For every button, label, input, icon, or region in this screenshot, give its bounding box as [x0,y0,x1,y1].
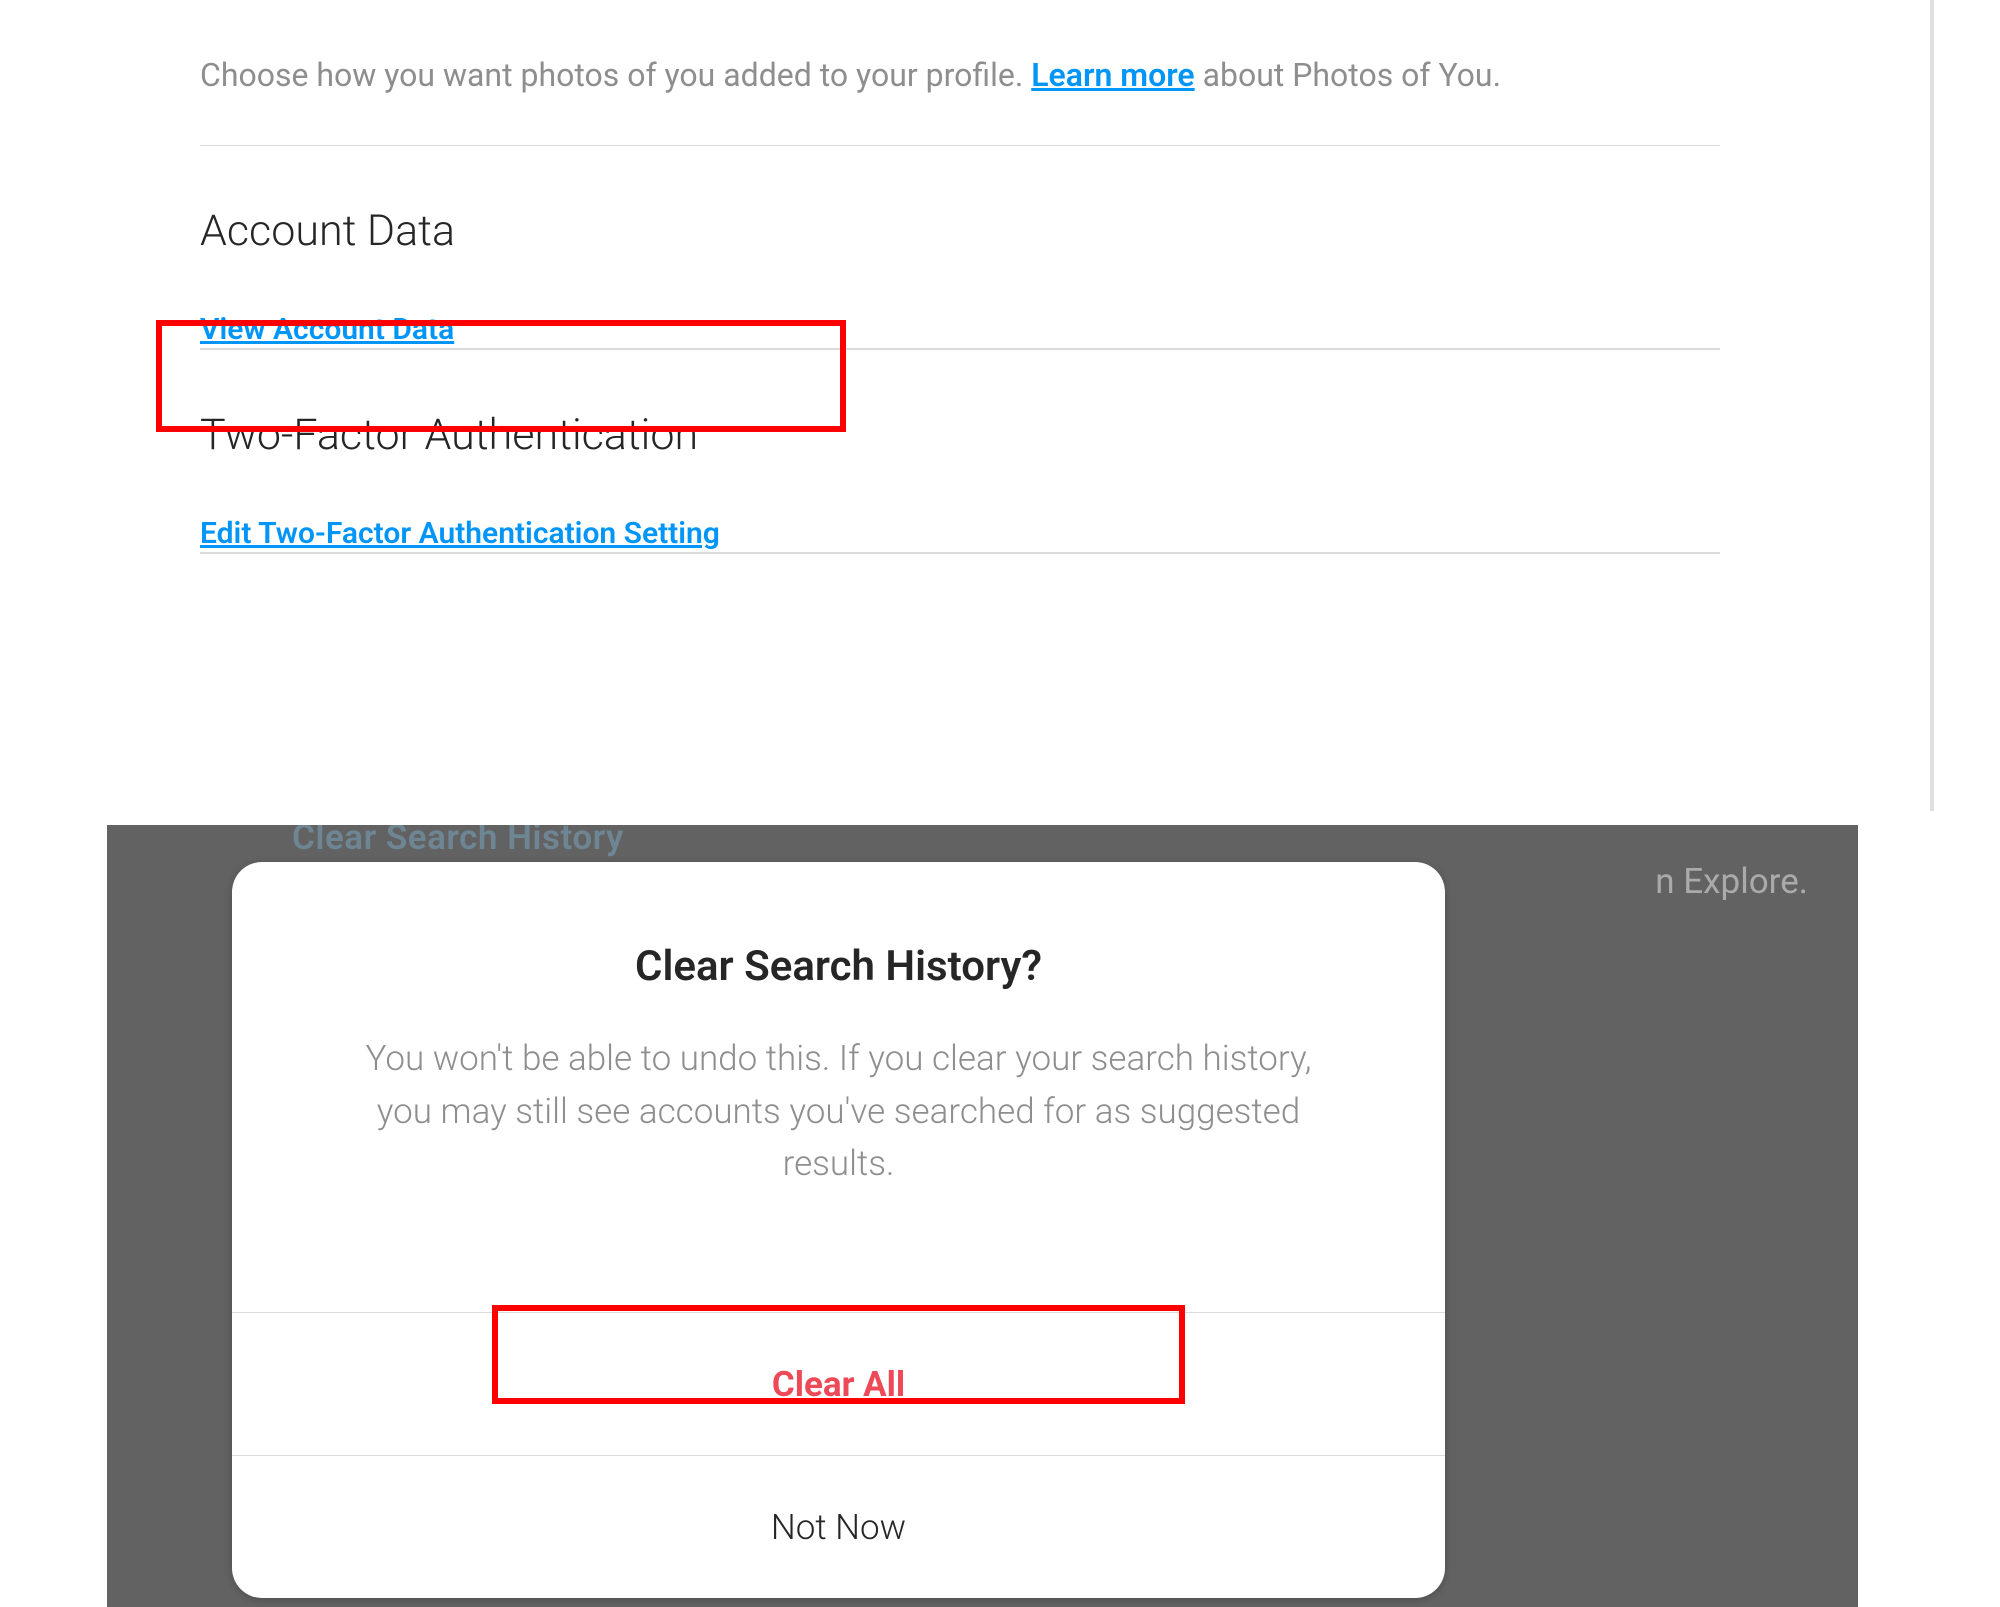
photos-help-text: Choose how you want photos of you added … [200,55,1720,97]
divider [200,145,1720,146]
photos-help-suffix: about Photos of You. [1195,56,1501,94]
learn-more-link[interactable]: Learn more [1031,56,1194,94]
not-now-button[interactable]: Not Now [232,1455,1445,1598]
clear-all-button[interactable]: Clear All [232,1312,1445,1455]
divider [200,552,1720,554]
dialog-body: You won't be able to undo this. If you c… [342,1033,1335,1191]
photos-help-prefix: Choose how you want photos of you added … [200,56,1031,94]
clear-search-history-link-partial: Clear Search History [292,825,624,858]
edit-two-factor-link[interactable]: Edit Two-Factor Authentication Setting [200,516,720,551]
settings-panel: Choose how you want photos of you added … [0,0,1934,811]
scrollbar[interactable] [1930,0,1934,811]
explore-text-partial: n Explore. [1655,861,1808,902]
dialog-title: Clear Search History? [635,942,1042,991]
dialog-screenshot: Clear Search History n Explore. Clear Se… [107,825,1858,1607]
clear-search-dialog: Clear Search History? You won't be able … [232,862,1445,1598]
view-account-data-link[interactable]: View Account Data [200,312,454,347]
account-data-heading: Account Data [200,206,1720,256]
divider [200,348,1720,350]
two-factor-heading: Two-Factor Authentication [200,410,1720,460]
